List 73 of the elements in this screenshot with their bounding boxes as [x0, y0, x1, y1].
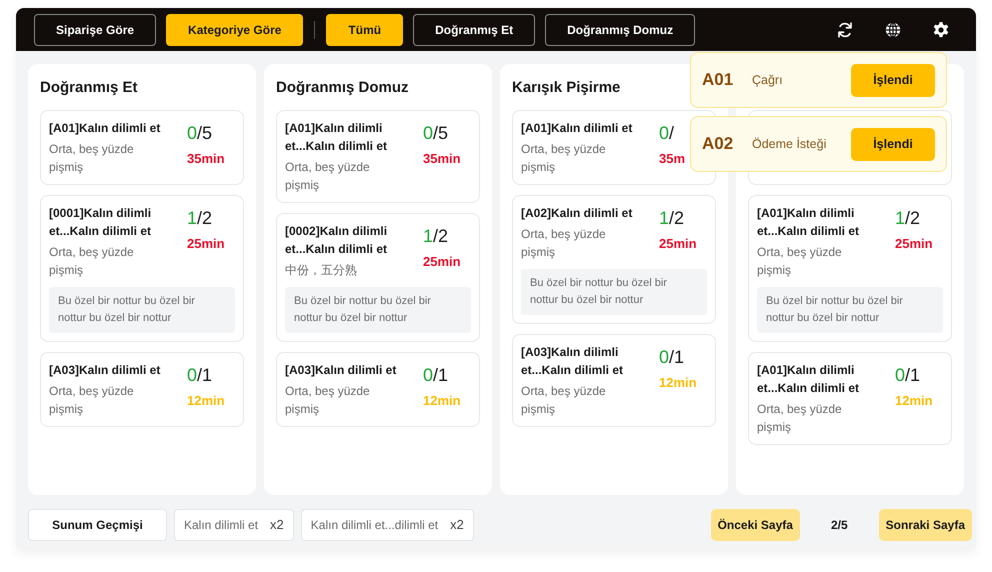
item-note: Bu özel bir nottur bu özel bir nottur bu özel bir nottur [285, 287, 471, 333]
settings-icon[interactable] [932, 20, 950, 38]
filter-tab[interactable]: Tümü [326, 14, 404, 46]
elapsed-time: 25min [423, 254, 461, 269]
chip-label: Kalın dilimli et...dilimli et [310, 518, 438, 532]
item-count: 1/2 [187, 207, 212, 229]
item-name: [0001]Kalın dilimli et...Kalın dilimli et [49, 205, 152, 240]
item-name: [A01]Kalın dilimli et...Kalın dilimli et [757, 362, 860, 397]
item-count: 0/ [659, 122, 674, 144]
table-number: A01 [702, 70, 734, 90]
item-count: 0/1 [659, 346, 684, 368]
column-title: Doğranmış Et [40, 79, 138, 98]
done-button[interactable]: İşlendi [851, 64, 935, 96]
item-name: [A01]Kalın dilimli et...Kalın dilimli et [757, 205, 860, 240]
item-name: [A01]Kalın dilimli et [521, 120, 634, 137]
chip-count: x2 [270, 517, 284, 532]
elapsed-time: 12min [187, 393, 225, 408]
item-description: Orta, beş yüzde pişmiş [757, 401, 843, 436]
item-description: Orta, beş yüzde pişmiş [285, 159, 371, 194]
elapsed-time: 25min [659, 236, 697, 251]
elapsed-time: 35min [423, 151, 461, 166]
elapsed-time: 35m [659, 151, 686, 166]
filter-tab[interactable]: Doğranmış Et [413, 14, 536, 46]
item-count: 0/1 [895, 364, 920, 386]
chip-label: Kalın dilimli et [184, 518, 258, 532]
item-description: Orta, beş yüzde pişmiş [49, 141, 135, 176]
next-page-button[interactable]: Sonraki Sayfa [878, 508, 972, 540]
page-indicator: 2/5 [830, 518, 848, 532]
notification-message: Çağrı [752, 73, 784, 87]
item-name: [A02]Kalın dilimli et [521, 205, 634, 222]
item-name: [A03]Kalın dilimli et [49, 362, 162, 379]
elapsed-time: 12min [895, 393, 933, 408]
filter-tab[interactable]: Kategoriye Göre [166, 14, 304, 46]
elapsed-time: 25min [187, 236, 225, 251]
history-button[interactable]: Sunum Geçmişi [28, 508, 167, 540]
item-count: 0/1 [423, 364, 448, 386]
item-description: Orta, beş yüzde pişmiş [49, 383, 135, 418]
filter-tab[interactable]: Siparişe Göre [34, 14, 156, 46]
item-description: Orta, beş yüzde pişmiş [285, 383, 371, 418]
globe-icon[interactable] [884, 20, 902, 38]
item-description: Orta, beş yüzde pişmiş [521, 383, 607, 418]
item-description: Orta, beş yüzde pişmiş [757, 244, 843, 279]
item-description: Orta, beş yüzde pişmiş [521, 141, 607, 176]
item-count: 1/2 [895, 207, 920, 229]
elapsed-time: 25min [895, 236, 933, 251]
chip-count: x2 [450, 517, 464, 532]
item-name: [0002]Kalın dilimli et...Kalın dilimli et [285, 223, 388, 258]
filter-tab[interactable]: Doğranmış Domuz [545, 14, 696, 46]
elapsed-time: 12min [423, 393, 461, 408]
item-note: Bu özel bir nottur bu özel bir nottur bu özel bir nottur [521, 269, 707, 315]
elapsed-time: 12min [659, 375, 697, 390]
refresh-icon[interactable] [836, 20, 854, 38]
done-button[interactable]: İşlendi [851, 128, 935, 160]
notification-message: Ödeme İsteği [752, 137, 828, 151]
item-note: Bu özel bir nottur bu özel bir nottur bu özel bir nottur [757, 287, 943, 333]
item-name: [A01]Kalın dilimli et...Kalın dilimli et [285, 120, 388, 155]
column-title: Karışık Pişirme [512, 79, 620, 98]
item-description: Orta, beş yüzde pişmiş [521, 226, 607, 261]
item-description: 中份，五分熟 [285, 262, 358, 279]
item-name: [A03]Kalın dilimli et [285, 362, 398, 379]
table-number: A02 [702, 134, 734, 154]
item-name: [A03]Kalın dilimli et...Kalın dilimli et [521, 344, 624, 379]
item-note: Bu özel bir nottur bu özel bir nottur bu özel bir nottur [49, 287, 235, 333]
item-count: 1/2 [659, 207, 684, 229]
elapsed-time: 35min [187, 151, 225, 166]
item-description: Orta, beş yüzde pişmiş [49, 244, 135, 279]
item-count: 0/5 [423, 122, 448, 144]
item-count: 0/1 [187, 364, 212, 386]
column-title: Doğranmış Domuz [276, 79, 409, 98]
previous-page-button[interactable]: Önceki Sayfa [710, 508, 800, 540]
item-name: [A01]Kalın dilimli et [49, 120, 162, 137]
item-count: 0/5 [187, 122, 212, 144]
item-count: 1/2 [423, 225, 448, 247]
